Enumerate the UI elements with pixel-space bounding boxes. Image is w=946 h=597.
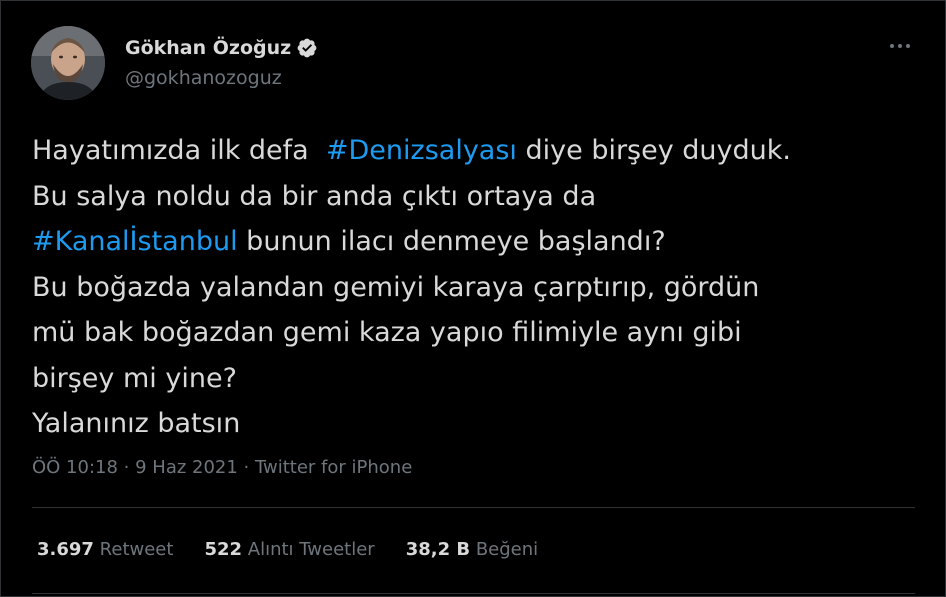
tweet-text-segment: mü bak boğazdan gemi kaza yapıo filimiyl… — [32, 317, 742, 348]
quote-tweets-stat[interactable]: 522 Alıntı Tweetler — [204, 539, 374, 560]
hashtag-link[interactable]: #Denizsalyası — [326, 135, 517, 166]
likes-stat[interactable]: 38,2 B Beğeni — [406, 539, 538, 560]
tweet-stats: 3.697 Retweet 522 Alıntı Tweetler 38,2 B… — [37, 539, 538, 560]
tweet-date[interactable]: 9 Haz 2021 — [135, 457, 238, 478]
retweets-label: Retweet — [99, 539, 174, 560]
tweet-text-segment: birşey mi yine? — [32, 362, 237, 394]
tweet-text-segment: bunun ilacı denmeye başlandı? — [237, 226, 666, 257]
likes-label: Beğeni — [475, 539, 539, 560]
verified-badge-icon — [296, 37, 318, 59]
tweet-text-line: Bu salya noldu da bir anda çıktı ortaya … — [32, 174, 922, 220]
meta-separator: · — [117, 457, 136, 478]
quote-tweets-count: 522 — [204, 539, 243, 560]
quote-tweets-label: Alıntı Tweetler — [247, 539, 375, 560]
tweet-text-line: Hayatımızda ilk defa #Denizsalyası diye … — [32, 128, 922, 174]
retweets-stat[interactable]: 3.697 Retweet — [37, 539, 173, 560]
likes-count: 38,2 B — [405, 539, 471, 560]
tweet-text-line: Bu boğazda yalandan gemiyi karaya çarptı… — [32, 265, 922, 311]
avatar-image — [31, 26, 105, 100]
divider — [32, 593, 915, 594]
tweet-text-segment: Bu salya noldu da bir anda çıktı ortaya … — [32, 180, 597, 212]
tweet-text-line: mü bak boğazdan gemi kaza yapıo filimiyl… — [32, 310, 922, 356]
tweet-source[interactable]: Twitter for iPhone — [255, 457, 412, 478]
tweet-text-segment: Bu boğazda yalandan gemiyi karaya çarptı… — [32, 271, 760, 303]
author-name-row[interactable]: Gökhan Özoğuz — [125, 35, 318, 61]
hashtag-link[interactable]: #Kanalİstanbul — [32, 226, 238, 257]
tweet-text-segment: Hayatımızda ilk defa — [32, 135, 326, 166]
tweet-text-segment: diye birşey duyduk. — [516, 135, 792, 166]
meta-separator: · — [237, 457, 255, 478]
tweet-text-line: #Kanalİstanbul bunun ilacı denmeye başla… — [32, 219, 922, 265]
tweet-time[interactable]: ÖÖ 10:18 — [32, 457, 118, 478]
retweets-count: 3.697 — [37, 539, 94, 560]
tweet-text-line: Yalanınız batsın — [32, 401, 922, 447]
avatar[interactable] — [31, 26, 105, 100]
divider — [32, 507, 915, 508]
author-display-name[interactable]: Gökhan Özoğuz — [125, 37, 291, 59]
more-horizontal-icon — [890, 44, 894, 48]
author-handle[interactable]: @gokhanozoguz — [125, 67, 282, 89]
tweet-text-line: birşey mi yine? — [32, 356, 922, 402]
tweet-meta: ÖÖ 10:18 · 9 Haz 2021 · Twitter for iPho… — [32, 457, 412, 478]
more-dot — [898, 44, 902, 48]
more-options-button[interactable] — [885, 34, 915, 58]
tweet-card: Gökhan Özoğuz @gokhanozoguz Hayatımızda … — [0, 0, 946, 597]
tweet-text-segment: Yalanınız batsın — [32, 408, 241, 439]
more-dot — [906, 44, 910, 48]
tweet-text: Hayatımızda ilk defa #Denizsalyası diye … — [32, 128, 922, 447]
